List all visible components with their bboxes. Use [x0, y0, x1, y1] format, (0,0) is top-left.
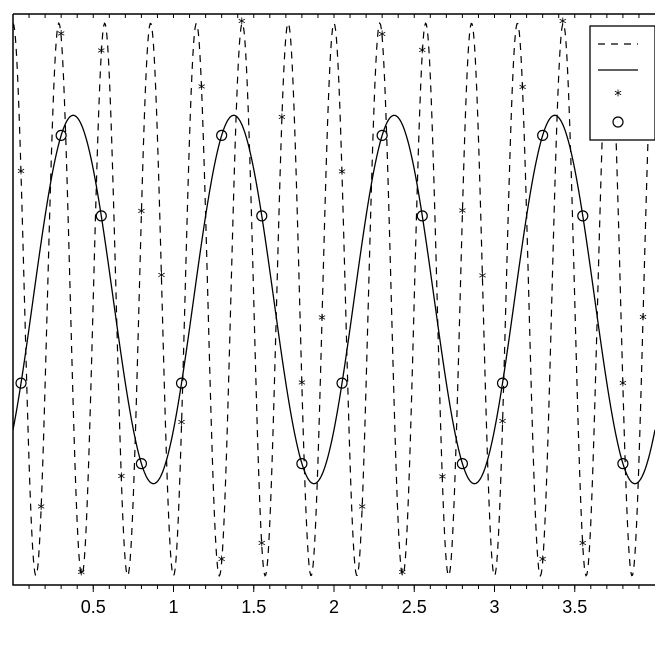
star-marker: * — [297, 376, 306, 394]
x-tick-label: 0.5 — [81, 597, 106, 617]
star-marker: * — [578, 537, 587, 555]
star-marker: * — [17, 164, 26, 182]
star-marker: * — [438, 470, 447, 488]
star-marker: * — [398, 565, 407, 583]
star-marker: * — [57, 27, 66, 45]
star-marker: * — [157, 268, 166, 286]
star-marker: * — [237, 15, 246, 33]
star-marker: * — [418, 44, 427, 62]
star-marker: * — [338, 165, 347, 183]
star-marker: * — [277, 110, 286, 128]
chart: 0.5 1 1.5 2 2.5 3 3.5 * * * * * * * * * * * * * * * * * * * * * * * * *… — [0, 0, 655, 655]
star-marker: * — [518, 80, 527, 98]
star-marker: * — [77, 565, 86, 583]
star-marker: * — [638, 311, 647, 329]
x-tick-label: 3.5 — [562, 597, 587, 617]
star-marker: * — [317, 311, 326, 329]
x-tick-label: 1.5 — [241, 597, 266, 617]
x-tick-label: 2.5 — [402, 597, 427, 617]
legend-star-icon: * — [613, 87, 622, 105]
star-marker: * — [117, 469, 126, 487]
star-marker: * — [458, 204, 467, 222]
x-tick-label: 1 — [168, 597, 178, 617]
star-marker: * — [137, 205, 146, 223]
star-marker: * — [358, 500, 367, 518]
star-marker: * — [217, 553, 226, 571]
star-marker: * — [257, 536, 266, 554]
star-marker: * — [498, 415, 507, 433]
star-marker: * — [558, 14, 567, 32]
x-tick-label: 3 — [489, 597, 499, 617]
x-tick-label: 2 — [329, 597, 339, 617]
star-marker: * — [618, 376, 627, 394]
star-marker: * — [538, 553, 547, 571]
star-marker: * — [177, 415, 186, 433]
star-marker: * — [97, 44, 106, 62]
star-marker: * — [197, 80, 206, 98]
star-marker: * — [37, 500, 46, 518]
chart-background — [0, 0, 655, 655]
star-marker: * — [378, 27, 387, 45]
star-marker: * — [478, 269, 487, 287]
